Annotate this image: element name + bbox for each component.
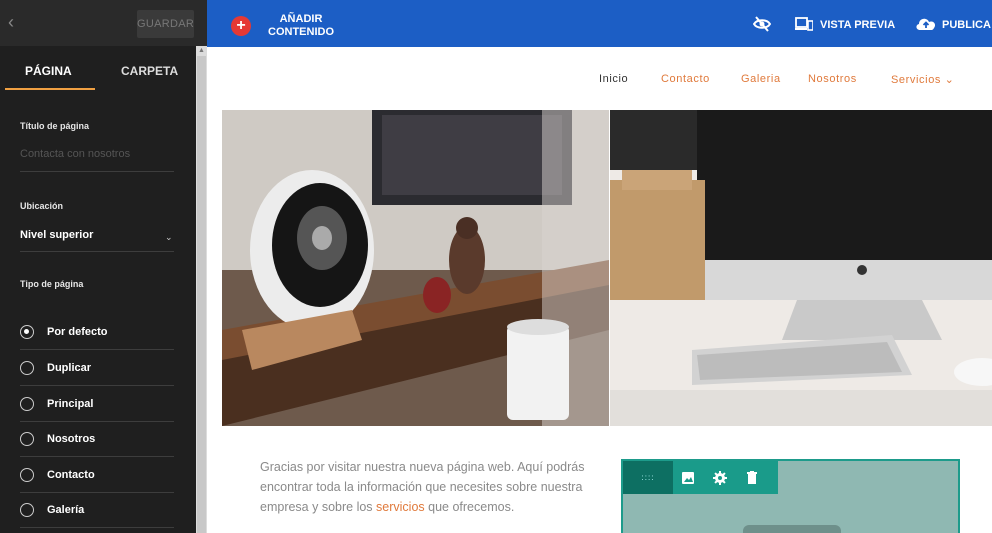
radio-checked-icon[interactable] — [20, 325, 34, 339]
nav-link-gallery[interactable]: Galeria — [741, 73, 781, 85]
intro-paragraph[interactable]: Gracias por visitar nuestra nueva página… — [260, 457, 590, 517]
website-navigation: Inicio Contacto Galeria Nosotros Servici… — [207, 47, 992, 110]
radio-option-default[interactable]: Por defecto — [20, 315, 174, 350]
services-link[interactable]: servicios — [376, 500, 425, 514]
location-label: Ubicación — [20, 201, 64, 211]
scrollbar-thumb[interactable] — [197, 56, 206, 533]
nav-link-services[interactable]: Servicios ⌄ — [891, 73, 955, 86]
publish-button[interactable]: PUBLICA — [942, 19, 991, 31]
tab-page[interactable]: PÁGINA — [25, 64, 72, 78]
radio-unchecked-icon[interactable] — [20, 361, 34, 375]
gear-icon[interactable] — [712, 470, 728, 486]
add-label-line-2: CONTENIDO — [268, 26, 334, 38]
sidebar-header: ‹ GUARDAR — [0, 0, 207, 46]
devices-icon[interactable] — [795, 17, 813, 31]
nav-link-home[interactable]: Inicio — [599, 73, 628, 85]
radio-option-main[interactable]: Principal — [20, 387, 174, 422]
page-title-input[interactable]: Contacta con nosotros — [20, 148, 130, 160]
sidebar-tabs: PÁGINA CARPETA — [0, 46, 196, 90]
radio-label: Duplicar — [47, 362, 92, 374]
radio-unchecked-icon[interactable] — [20, 432, 34, 446]
page-type-label: Tipo de página — [20, 279, 84, 289]
chevron-down-icon[interactable]: ⌄ — [165, 232, 173, 243]
preview-button[interactable]: VISTA PREVIA — [820, 19, 895, 31]
location-select[interactable]: Nivel superior — [20, 229, 93, 241]
trash-icon[interactable] — [744, 470, 760, 486]
radio-option-gallery[interactable]: Galería — [20, 493, 174, 528]
scroll-up-arrow-icon[interactable]: ▲ — [197, 46, 206, 55]
radio-option-duplicate[interactable]: Duplicar — [20, 351, 174, 386]
intro-text-end: que ofrecemos. — [424, 500, 515, 514]
widget-placeholder-button[interactable] — [743, 525, 841, 533]
divider — [20, 171, 174, 172]
save-button[interactable]: GUARDAR — [137, 10, 194, 38]
divider — [20, 251, 174, 252]
radio-label: Galería — [47, 504, 85, 516]
image-block-widget[interactable]: :::: — [621, 459, 960, 533]
hero-image[interactable] — [222, 110, 992, 426]
page-settings-sidebar: ‹ GUARDAR PÁGINA CARPETA Título de págin… — [0, 0, 207, 533]
nav-link-about[interactable]: Nosotros — [808, 73, 857, 85]
nav-link-contact[interactable]: Contacto — [661, 73, 710, 85]
editor-toolbar: + AÑADIR CONTENIDO VISTA PREVIA PUBLICA — [207, 0, 992, 47]
radio-label: Por defecto — [47, 326, 108, 338]
radio-unchecked-icon[interactable] — [20, 397, 34, 411]
eye-off-icon[interactable] — [753, 16, 771, 32]
page-title-label: Título de página — [20, 121, 89, 131]
radio-label: Nosotros — [47, 433, 96, 445]
tab-folder[interactable]: CARPETA — [121, 64, 178, 78]
active-tab-indicator — [5, 88, 95, 90]
radio-label: Principal — [47, 398, 94, 410]
radio-option-contact[interactable]: Contacto — [20, 458, 174, 493]
radio-option-about[interactable]: Nosotros — [20, 422, 174, 457]
cloud-upload-icon[interactable] — [915, 15, 937, 31]
radio-label: Contacto — [47, 469, 95, 481]
image-icon[interactable] — [680, 470, 696, 486]
radio-unchecked-icon[interactable] — [20, 468, 34, 482]
add-content-label[interactable]: AÑADIR CONTENIDO — [268, 13, 334, 39]
radio-unchecked-icon[interactable] — [20, 503, 34, 517]
back-arrow-icon[interactable]: ‹ — [8, 10, 32, 34]
drag-handle-icon[interactable]: :::: — [623, 461, 673, 494]
widget-toolbar: :::: — [623, 461, 778, 494]
add-label-line-1: AÑADIR — [279, 13, 323, 25]
add-content-button[interactable]: + — [231, 16, 251, 36]
page-editor: ‹ GUARDAR PÁGINA CARPETA Título de págin… — [0, 0, 992, 533]
sidebar-scrollbar[interactable]: ▲ — [196, 46, 207, 533]
